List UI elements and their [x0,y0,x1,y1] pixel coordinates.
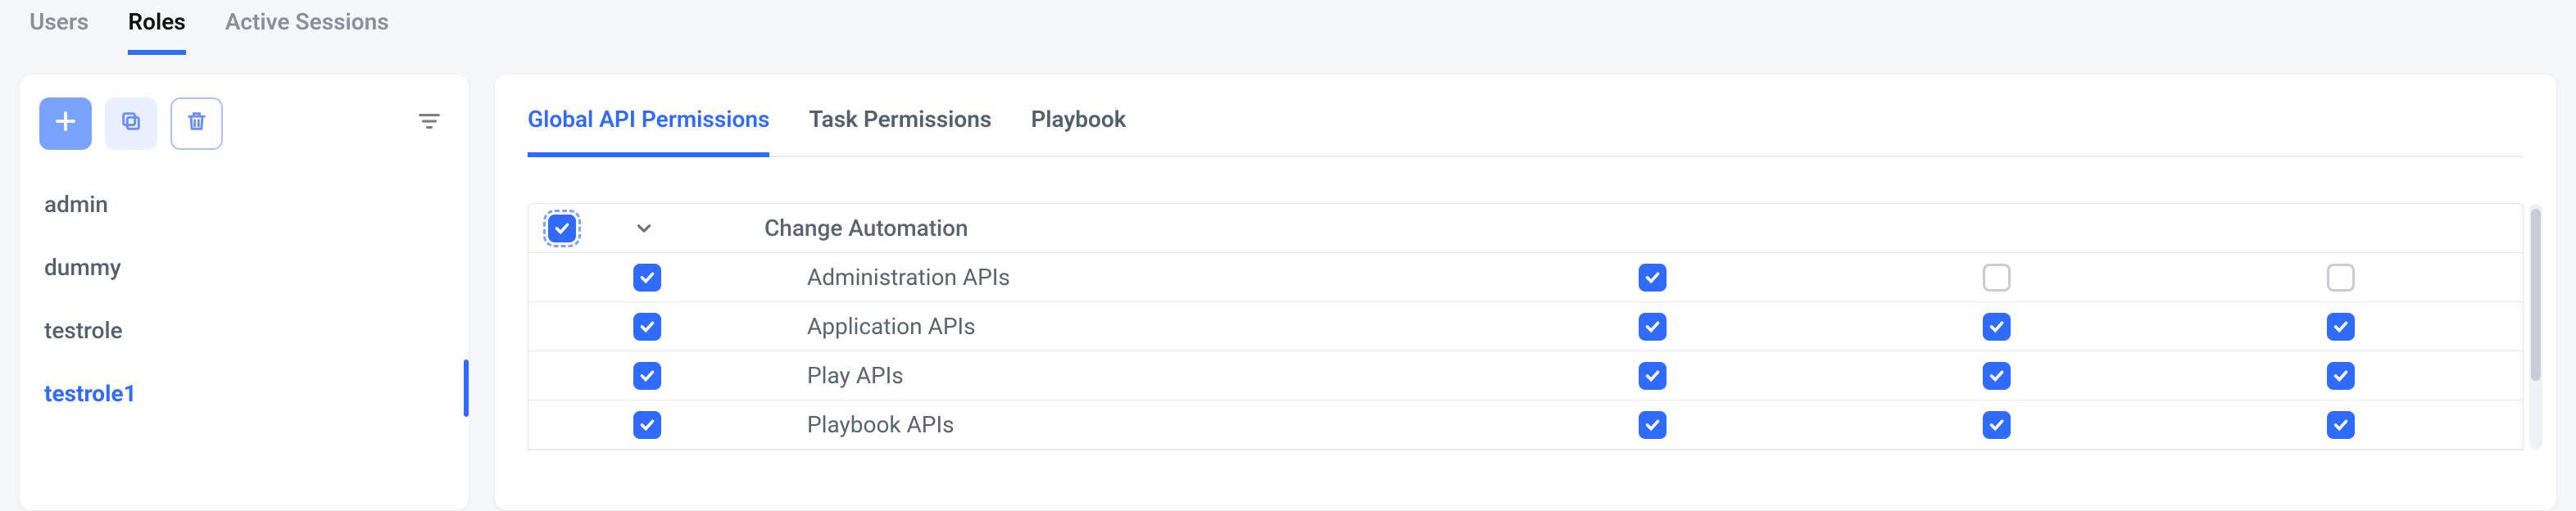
table-scrollbar[interactable] [2529,204,2542,450]
row0-col3-checkbox[interactable] [2327,264,2355,292]
tab-roles[interactable]: Roles [128,8,185,55]
table-scrollbar-thumb[interactable] [2531,209,2541,381]
perm-row-playbook-apis: Playbook APIs [528,400,2523,450]
row3-col1-checkbox[interactable] [1639,411,1667,439]
plus-icon [53,109,78,139]
row1-col0-checkbox[interactable] [633,313,661,341]
row2-col0-checkbox[interactable] [633,362,661,390]
subtab-playbook[interactable]: Playbook [1031,97,1126,157]
role-item-dummy[interactable]: dummy [39,236,449,299]
perm-row-application-apis: Application APIs [528,302,2523,351]
tab-active-sessions[interactable]: Active Sessions [225,8,389,55]
row3-col0-checkbox[interactable] [633,411,661,439]
row0-label: Administration APIs [764,264,1481,291]
row2-label: Play APIs [764,362,1481,389]
row2-col3-checkbox[interactable] [2327,362,2355,390]
delete-role-button[interactable] [170,97,223,150]
group-label: Change Automation [764,215,1481,242]
row2-col2-checkbox[interactable] [1983,362,2011,390]
row1-col2-checkbox[interactable] [1983,313,2011,341]
perm-row-administration-apis: Administration APIs [528,253,2523,302]
role-item-testrole1[interactable]: testrole1 [39,362,449,425]
role-selection-indicator [464,360,469,417]
copy-role-button[interactable] [105,97,157,150]
subtab-task-permissions[interactable]: Task Permissions [809,97,991,157]
copy-icon [120,110,143,138]
tab-users[interactable]: Users [29,8,88,55]
top-tabs: Users Roles Active Sessions [0,0,2576,55]
permission-sub-tabs: Global API Permissions Task Permissions … [528,97,2524,157]
row0-col1-checkbox[interactable] [1639,264,1667,292]
filter-button[interactable] [410,104,449,143]
workspace: admin dummy testrole testrole1 Global AP… [0,55,2576,510]
perm-group-row: Change Automation [528,204,2523,253]
row1-label: Application APIs [764,313,1481,340]
row0-col0-checkbox[interactable] [633,264,661,292]
add-role-button[interactable] [39,97,92,150]
row3-col2-checkbox[interactable] [1983,411,2011,439]
role-item-admin[interactable]: admin [39,173,449,236]
perm-row-play-apis: Play APIs [528,351,2523,400]
sidebar-toolbar [39,97,449,150]
row1-col3-checkbox[interactable] [2327,313,2355,341]
chevron-down-icon[interactable] [633,218,655,239]
roles-sidebar: admin dummy testrole testrole1 [20,75,469,510]
group-master-checkbox[interactable] [548,215,576,242]
trash-icon [185,110,208,138]
permissions-table: Change Automation Administration APIs Ap… [528,203,2524,450]
permissions-panel: Global API Permissions Task Permissions … [495,75,2556,510]
row0-col2-checkbox[interactable] [1983,264,2011,292]
role-list: admin dummy testrole testrole1 [39,173,449,425]
row2-col1-checkbox[interactable] [1639,362,1667,390]
filter-icon [417,109,442,139]
row1-col1-checkbox[interactable] [1639,313,1667,341]
row3-label: Playbook APIs [764,411,1481,438]
role-item-testrole[interactable]: testrole [39,299,449,362]
subtab-global-api-permissions[interactable]: Global API Permissions [528,97,769,157]
row3-col3-checkbox[interactable] [2327,411,2355,439]
